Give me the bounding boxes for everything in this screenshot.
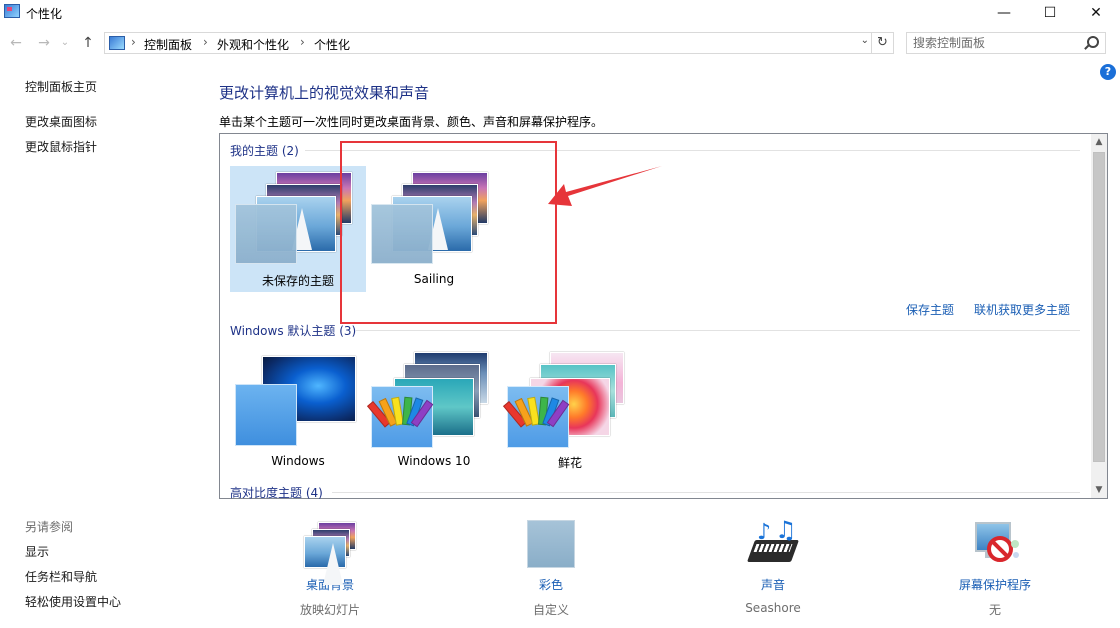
theme-flowers[interactable]: 鲜花: [502, 350, 638, 476]
setting-title[interactable]: 屏幕保护程序: [920, 576, 1070, 593]
color-palette-icon: [502, 395, 570, 429]
control-panel-icon: [109, 36, 125, 50]
title-bar: 个性化 — ☐ ✕: [0, 0, 1120, 28]
group-divider: [356, 330, 1080, 331]
search-icon[interactable]: [1087, 36, 1099, 48]
breadcrumb-appearance[interactable]: 外观和个性化: [217, 36, 289, 53]
theme-color-swatch: [235, 384, 297, 446]
setting-title[interactable]: 彩色: [476, 576, 626, 593]
group-high-contrast: 高对比度主题 (4): [230, 486, 323, 500]
scroll-thumb[interactable]: [1093, 152, 1105, 462]
sound-setting[interactable]: ♪ ♫ 声音 Seashore: [698, 516, 848, 615]
group-windows-default: Windows 默认主题 (3): [230, 324, 357, 338]
theme-color-swatch: [235, 204, 297, 264]
breadcrumb-separator-icon[interactable]: ›: [131, 35, 136, 49]
breadcrumb-control-panel[interactable]: 控制面板: [144, 36, 192, 53]
see-also-display[interactable]: 显示: [25, 543, 49, 560]
page-title: 更改计算机上的视觉效果和声音: [219, 84, 430, 102]
color-palette-icon: [366, 395, 434, 429]
see-also-ease-of-access[interactable]: 轻松使用设置中心: [25, 593, 121, 610]
color-swatch-icon: [527, 520, 575, 568]
themes-scrollbar[interactable]: ▲ ▼: [1091, 134, 1107, 498]
see-also-heading: 另请参阅: [25, 520, 74, 534]
setting-title[interactable]: 声音: [698, 576, 848, 593]
minimize-button[interactable]: —: [981, 0, 1027, 26]
group-divider: [332, 492, 1080, 493]
screensaver-icon: [969, 520, 1021, 570]
save-theme-link[interactable]: 保存主题: [906, 301, 954, 318]
see-also-taskbar[interactable]: 任务栏和导航: [25, 568, 97, 585]
get-more-themes-link[interactable]: 联机获取更多主题: [974, 301, 1070, 318]
address-bar[interactable]: › 控制面板 › 外观和个性化 › 个性化 ⌄: [104, 32, 872, 54]
sound-icon: ♪ ♫: [746, 516, 800, 570]
scroll-down-icon[interactable]: ▼: [1091, 482, 1107, 498]
address-dropdown-icon[interactable]: ⌄: [861, 35, 869, 46]
desktop-background-icon: [300, 520, 360, 585]
setting-value: 无: [988, 603, 1001, 617]
window-title: 个性化: [26, 7, 63, 21]
back-arrow-icon[interactable]: ←: [6, 34, 26, 52]
setting-value: 放映幻灯片: [299, 603, 360, 617]
group-my-themes: 我的主题 (2): [230, 144, 299, 158]
sidebar-link-mouse-pointers[interactable]: 更改鼠标指针: [25, 138, 97, 155]
color-setting[interactable]: 彩色 自定义: [476, 520, 626, 618]
setting-value: Seashore: [745, 601, 801, 615]
refresh-icon[interactable]: ↻: [872, 32, 894, 54]
theme-windows[interactable]: Windows: [230, 350, 366, 476]
sidebar-link-desktop-icons[interactable]: 更改桌面图标: [25, 113, 97, 130]
setting-value: 自定义: [532, 603, 569, 617]
breadcrumb-personalization[interactable]: 个性化: [314, 36, 350, 53]
breadcrumb-separator-icon[interactable]: ›: [203, 35, 208, 49]
desktop-background-setting[interactable]: 桌面背景 放映幻灯片: [255, 520, 405, 618]
sidebar-link-control-panel-home[interactable]: 控制面板主页: [25, 78, 97, 95]
annotation-highlight-box: [340, 141, 557, 324]
theme-color-swatch: [502, 386, 570, 448]
screensaver-setting[interactable]: 屏幕保护程序 无: [920, 520, 1070, 618]
up-arrow-icon[interactable]: ↑: [78, 34, 98, 52]
theme-name: Windows 10: [397, 454, 471, 468]
personalization-app-icon: [4, 4, 20, 18]
scroll-up-icon[interactable]: ▲: [1091, 134, 1107, 150]
forward-arrow-icon[interactable]: →: [34, 34, 54, 52]
maximize-button[interactable]: ☐: [1027, 0, 1073, 26]
page-description: 单击某个主题可一次性同时更改桌面背景、颜色、声音和屏幕保护程序。: [219, 115, 604, 129]
close-button[interactable]: ✕: [1073, 0, 1119, 26]
theme-name: 鲜花: [557, 456, 582, 470]
theme-color-swatch: [366, 386, 434, 448]
theme-name: Windows: [271, 454, 325, 468]
search-input[interactable]: [913, 35, 1073, 51]
help-icon[interactable]: ?: [1100, 64, 1116, 80]
annotation-arrow-icon: [548, 166, 662, 206]
recent-locations-chevron-icon[interactable]: ⌄: [58, 34, 72, 52]
breadcrumb-separator-icon[interactable]: ›: [300, 35, 305, 49]
theme-windows-10[interactable]: Windows 10: [366, 350, 502, 476]
search-box[interactable]: [906, 32, 1106, 54]
